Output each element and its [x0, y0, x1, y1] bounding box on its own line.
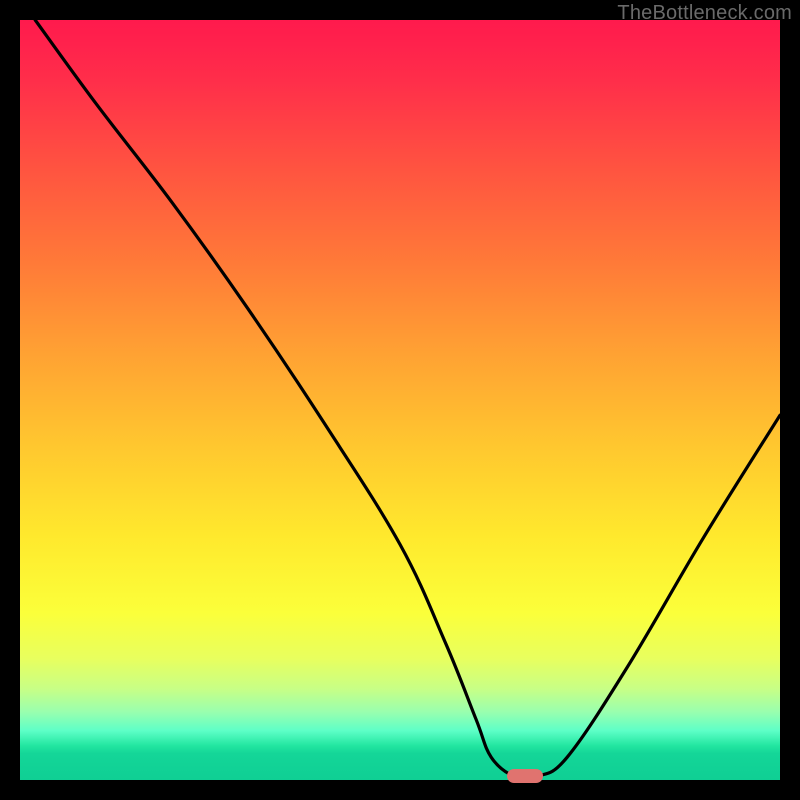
- curve-svg: [20, 20, 780, 780]
- plot-area: [20, 20, 780, 780]
- minimum-marker: [507, 769, 543, 783]
- bottleneck-curve-path: [35, 20, 780, 779]
- chart-container: TheBottleneck.com: [0, 0, 800, 800]
